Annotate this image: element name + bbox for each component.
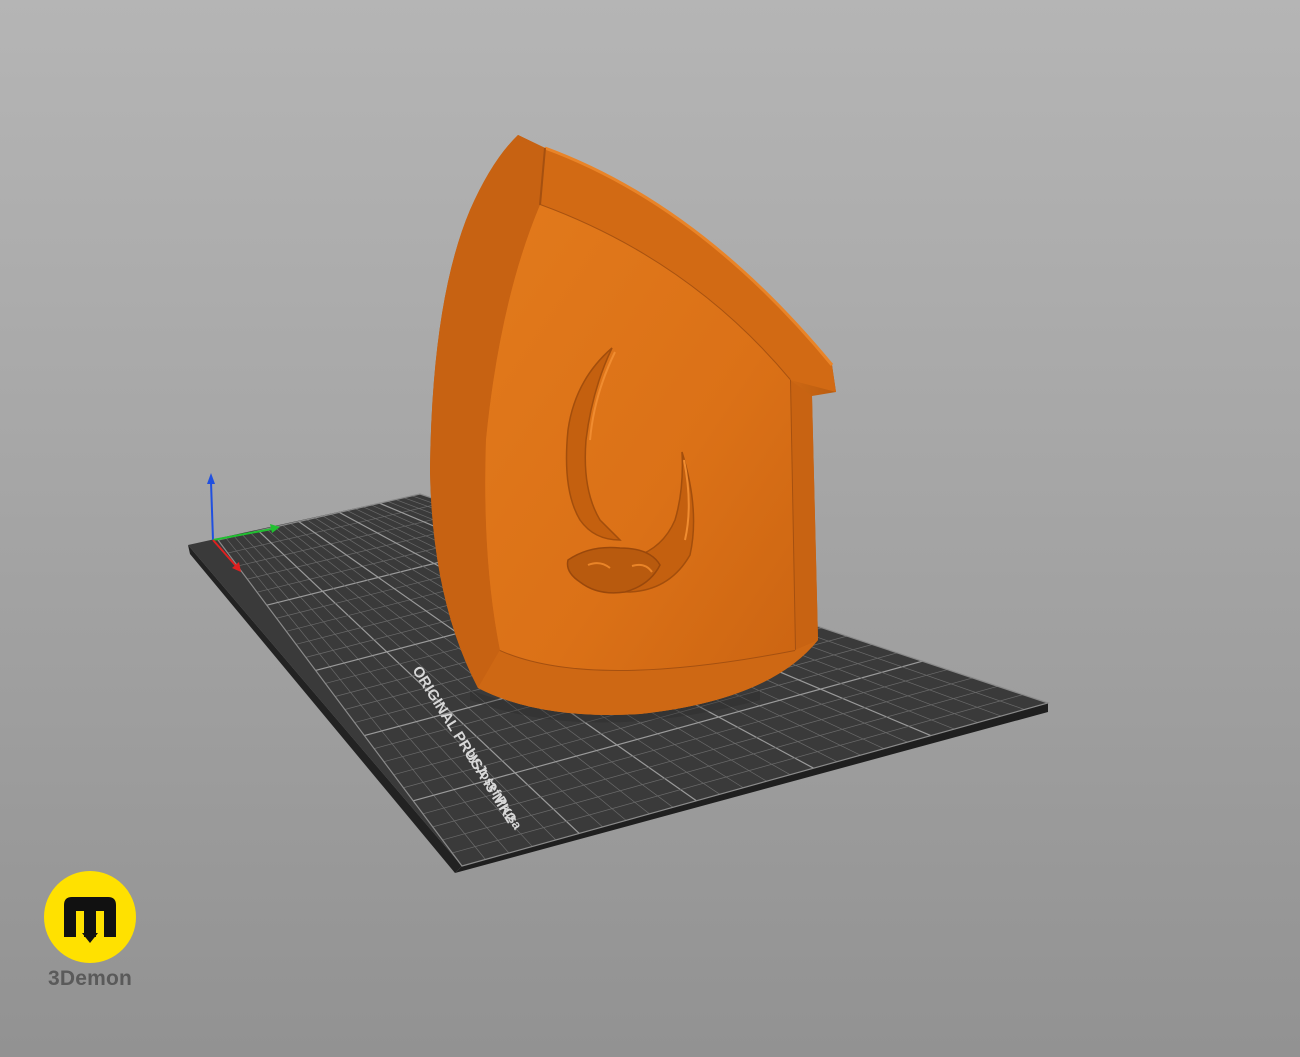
3demon-logo-icon [44,871,136,963]
brand-name: 3Demon [47,967,133,990]
print-scene: ORIGINAL PRUSA i3 MK2 by Josef Prusa [188,135,1051,873]
3d-viewport[interactable]: ORIGINAL PRUSA i3 MK2 by Josef Prusa 3De… [0,0,1300,1057]
mudhorn-bracer-model[interactable] [430,135,836,723]
